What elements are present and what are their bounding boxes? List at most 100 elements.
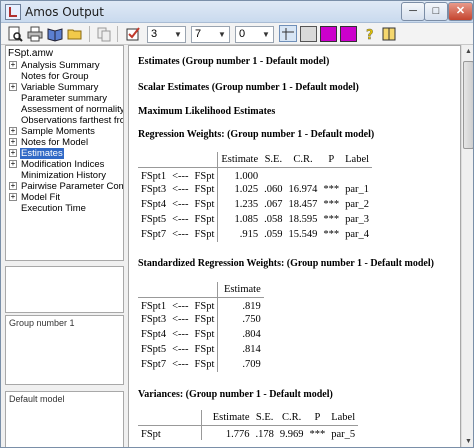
magenta-box-icon[interactable] [320,26,337,42]
title-bar: Amos Output ─ □ ✕ [1,1,473,23]
cell-x: FSpt [194,314,215,325]
estimates-heading: Estimates (Group number 1 - Default mode… [138,56,330,67]
cell-label: par_5 [331,428,356,440]
copy-icon[interactable] [96,26,112,42]
expand-icon[interactable]: + [9,127,17,135]
tree-item-label[interactable]: Sample Moments [20,126,96,137]
rows-select[interactable]: 0 ▼ [235,26,274,43]
amos-app-icon [5,4,21,20]
cell-arrow: <--- [172,344,189,355]
tree-item[interactable]: + Modification Indices [9,159,105,170]
output-tree: FSpt.amw + Analysis Summary Notes for Grou… [5,45,124,261]
column-header: Estimate [217,282,264,298]
model-label[interactable]: Default model [9,394,65,404]
tree-item[interactable]: + Sample Moments [9,126,96,137]
tree-item-label[interactable]: Pairwise Parameter Compar [20,181,123,192]
table-row: FSpt3 <--- FSpt 1.025.060 16.974 *** par_1 [138,182,372,197]
expand-icon[interactable]: + [9,182,17,190]
expand-icon[interactable]: + [9,149,17,157]
tree-item-label[interactable]: Analysis Summary [20,60,101,71]
chevron-down-icon: ▼ [262,30,270,39]
open-book-icon[interactable] [47,26,63,42]
tree-item-label[interactable]: Execution Time [20,203,87,214]
tree-item-label[interactable]: Modification Indices [20,159,105,170]
cell-se [261,167,285,182]
tree-item-label[interactable]: Observations farthest from [20,115,123,126]
column-header: S.E. [252,410,277,426]
decimals-select[interactable]: 3 ▼ [147,26,186,43]
cell-y: FSpt3 [141,314,167,325]
expand-icon[interactable]: + [9,61,17,69]
vertical-scrollbar[interactable]: ▲ ▼ [461,45,473,447]
tree-item[interactable]: Notes for Group [9,71,90,82]
cell-arrow: <--- [172,199,189,210]
column-header: P [306,410,329,426]
cell-arrow: <--- [172,170,189,182]
group-panel[interactable]: Group number 1 [5,315,124,385]
cell-est: .814 [217,342,264,357]
tree-item[interactable]: Observations farthest from [9,115,123,126]
column-header: P [320,152,343,168]
model-panel[interactable]: Default model [5,391,124,447]
book-icon[interactable] [381,26,397,42]
cell-est: 1.025 [217,182,262,197]
scrollbar-thumb[interactable] [463,61,473,149]
tree-item-label[interactable]: Notes for Model [20,137,89,148]
tree-item-label[interactable]: Variable Summary [20,82,99,93]
group-label[interactable]: Group number 1 [9,318,75,328]
cell-est: .804 [217,327,264,342]
tree-item[interactable]: + Estimates [9,148,64,159]
columns-select[interactable]: 7 ▼ [191,26,230,43]
scroll-down-icon[interactable]: ▼ [462,435,473,447]
tree-item-label[interactable]: Notes for Group [20,71,90,82]
cell-est: .915 [217,227,262,242]
tree-root-file[interactable]: FSpt.amw [8,48,53,59]
minimize-button[interactable]: ─ [401,2,425,21]
expand-icon[interactable]: + [9,160,17,168]
expand-icon[interactable]: + [9,83,17,91]
cell-cr [286,167,321,182]
print-preview-icon[interactable] [7,26,23,42]
cell-arrow: <--- [172,214,189,225]
output-content: Estimates (Group number 1 - Default mode… [128,45,461,447]
tree-item[interactable]: + Analysis Summary [9,60,101,71]
tree-item[interactable]: + Model Fit [9,192,61,203]
table-row: FSpt4 <--- FSpt 1.235.067 18.457 *** par_2 [138,197,372,212]
tree-item[interactable]: + Variable Summary [9,82,99,93]
tree-item-label[interactable]: Minimization History [20,170,107,181]
scroll-up-icon[interactable]: ▲ [462,45,473,59]
ml-estimates-heading: Maximum Likelihood Estimates [138,106,276,117]
tree-item-label[interactable]: Model Fit [20,192,61,203]
tree-item[interactable]: Minimization History [9,170,107,181]
close-button[interactable]: ✕ [448,2,473,21]
tree-item[interactable]: Parameter summary [9,93,108,104]
expand-icon[interactable]: + [9,138,17,146]
tree-item[interactable]: +Pairwise Parameter Compar [9,181,123,192]
open-folder-icon[interactable] [67,26,83,42]
maximize-button[interactable]: □ [424,2,448,21]
tree-item[interactable]: Execution Time [9,203,87,214]
text-view-icon[interactable] [300,26,317,42]
regression-weights-heading: Regression Weights: (Group number 1 - De… [138,129,375,140]
magenta-box-icon[interactable] [340,26,357,42]
variances-heading: Variances: (Group number 1 - Default mod… [138,389,333,400]
cell-p: *** [323,184,340,195]
column-header: C.R. [285,152,321,168]
column-header: Label [342,152,373,168]
cell-x: FSpt [194,229,215,240]
table-view-icon[interactable] [279,25,297,42]
tree-item-label[interactable]: Assessment of normality [20,104,123,115]
table-row: FSpt7 <--- FSpt .915.059 15.549 *** par_4 [138,227,372,242]
checkbox-options-icon[interactable] [125,26,141,42]
cell-p: *** [309,428,326,440]
tree-item-label[interactable]: Estimates [20,148,64,159]
table-header-row: Estimate [138,282,264,298]
print-icon[interactable] [27,26,43,42]
help-icon[interactable]: ? [362,26,378,42]
cell-cr: 9.969 [279,428,304,440]
tree-item[interactable]: + Notes for Model [9,137,89,148]
expand-icon[interactable]: + [9,193,17,201]
tree-item[interactable]: Assessment of normality [9,104,123,115]
cell-y: FSpt7 [141,229,167,240]
tree-item-label[interactable]: Parameter summary [20,93,108,104]
